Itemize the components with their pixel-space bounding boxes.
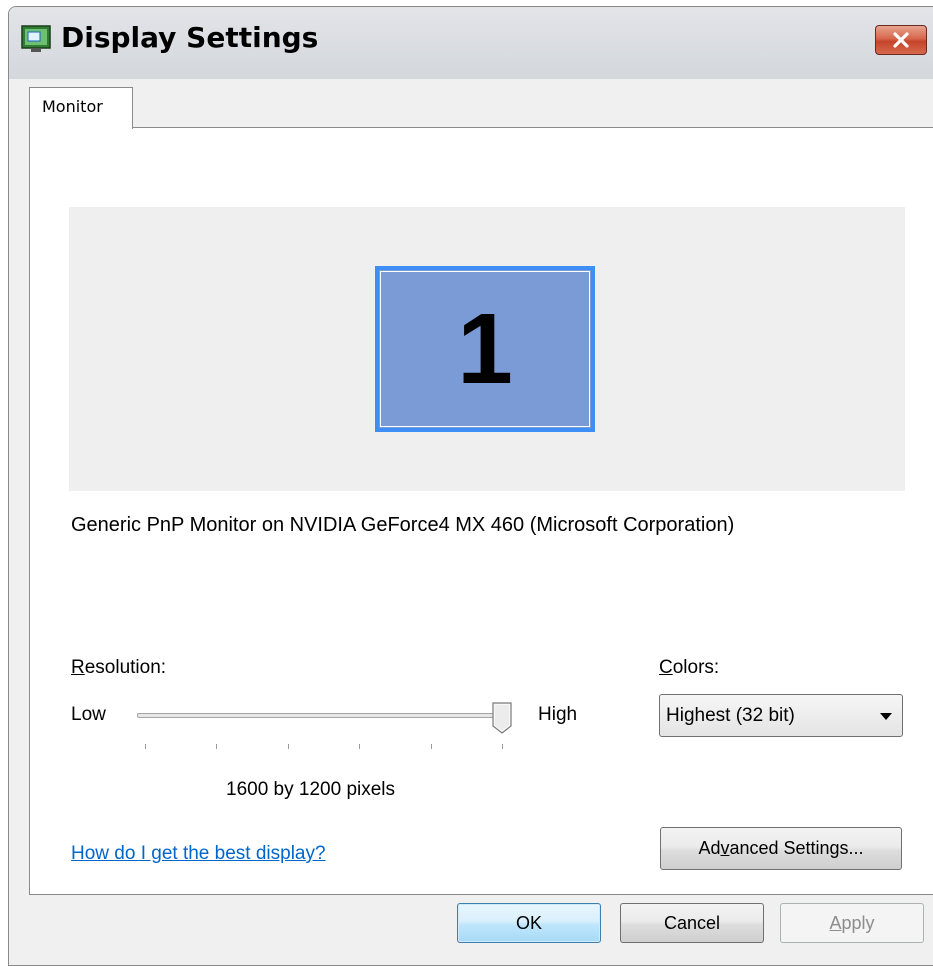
monitor-1-tile[interactable]: 1 (375, 266, 595, 432)
resolution-value: 1600 by 1200 pixels (226, 779, 396, 800)
apply-button[interactable]: Apply (780, 903, 924, 943)
tab-monitor[interactable]: Monitor (29, 87, 133, 129)
slider-tick (216, 744, 218, 749)
apply-label-rest: pply (841, 912, 875, 933)
ok-button[interactable]: OK (457, 903, 601, 943)
colors-label-rest: olors: (672, 657, 720, 678)
colors-label: Colors: (659, 657, 719, 679)
monitor-tab-panel: 1 Generic PnP Monitor on NVIDIA GeForce4… (29, 127, 933, 895)
colors-dropdown[interactable]: Highest (32 bit) (659, 694, 903, 737)
slider-low-label: Low (71, 704, 106, 725)
slider-tick (502, 744, 503, 749)
advanced-label-post: anced Settings... (729, 838, 864, 858)
cancel-button[interactable]: Cancel (620, 903, 764, 943)
chevron-down-icon (880, 713, 892, 720)
slider-tick (145, 744, 146, 749)
close-button[interactable] (875, 25, 927, 55)
window-title: Display Settings (61, 21, 319, 54)
display-settings-icon (21, 25, 51, 52)
colors-dropdown-value: Highest (32 bit) (666, 705, 795, 726)
slider-high-label: High (538, 704, 578, 725)
slider-tick (430, 744, 432, 749)
resolution-slider-thumb[interactable] (492, 702, 512, 734)
display-settings-window: Display Settings Monitor 1 Generic PnP M… (8, 6, 933, 966)
resolution-label: Resolution: (71, 657, 166, 679)
slider-tick (287, 744, 289, 749)
close-icon (893, 32, 909, 48)
resolution-label-rest: esolution: (84, 657, 167, 678)
colors-label-accel: C (659, 657, 673, 678)
resolution-slider-track[interactable] (137, 713, 505, 718)
advanced-label-pre: Ad (698, 838, 721, 858)
best-display-help-link[interactable]: How do I get the best display? (71, 843, 326, 865)
advanced-label-accel: v (720, 838, 730, 858)
apply-label-accel: A (829, 912, 842, 933)
monitor-description: Generic PnP Monitor on NVIDIA GeForce4 M… (71, 514, 735, 536)
slider-tick (359, 744, 361, 749)
title-bar[interactable]: Display Settings (9, 7, 933, 79)
monitor-number: 1 (457, 293, 513, 405)
advanced-settings-button[interactable]: Ad v anced Settings... (660, 827, 902, 870)
monitor-arrangement-area: 1 (69, 207, 905, 491)
resolution-label-accel: R (71, 657, 85, 678)
